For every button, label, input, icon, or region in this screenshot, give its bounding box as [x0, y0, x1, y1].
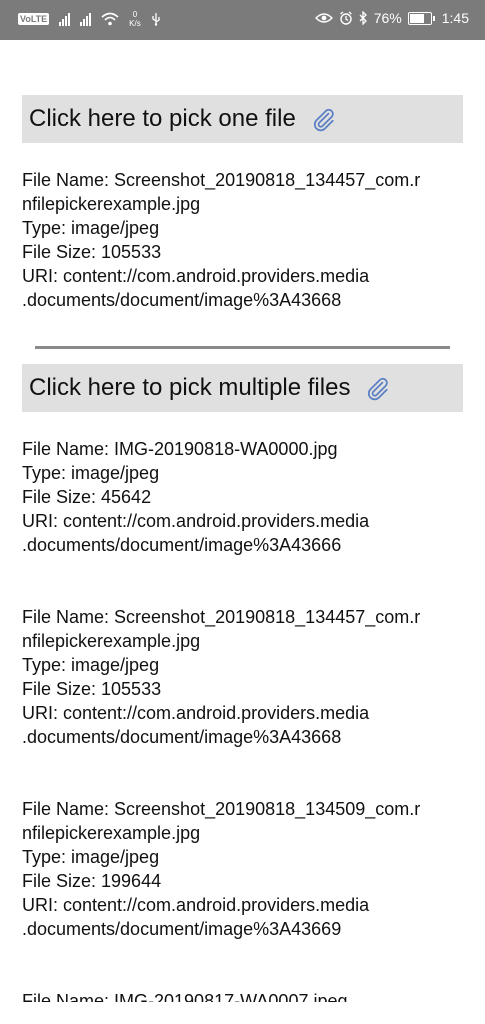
file-type: Type: image/jpeg: [22, 847, 160, 867]
file-uri-line-2: .documents/document/image%3A43668: [22, 727, 342, 747]
list-item: File Name: IMG-20190818-WA0000.jpg Type:…: [22, 437, 472, 557]
status-bar: VoLTE 0 K/s 76% 1:45: [0, 0, 485, 40]
single-file-info: File Name: Screenshot_20190818_134457_co…: [22, 168, 472, 312]
file-uri-line-1: URI: content://com.android.providers.med…: [22, 895, 370, 915]
file-name-line-1: File Name: Screenshot_20190818_134457_co…: [22, 170, 421, 190]
list-item: File Name: Screenshot_20190818_134457_co…: [22, 605, 472, 749]
clock: 1:45: [441, 10, 469, 26]
list-item: File Name: Screenshot_20190818_134509_co…: [22, 797, 472, 941]
file-size: File Size: 199644: [22, 871, 162, 891]
network-speed: 0 K/s: [129, 10, 141, 28]
file-name-line-2: nfilepickerexample.jpg: [22, 194, 201, 214]
file-size: File Size: 105533: [22, 679, 162, 699]
file-size: File Size: 105533: [22, 242, 162, 262]
file-type: Type: image/jpeg: [22, 655, 160, 675]
file-uri-line-2: .documents/document/image%3A43666: [22, 535, 342, 555]
bluetooth-icon: [359, 11, 367, 25]
pick-multiple-files-label: Click here to pick multiple files: [29, 374, 351, 401]
alarm-icon: [339, 11, 352, 25]
file-uri-line-1: URI: content://com.android.providers.med…: [22, 703, 370, 723]
file-name-line-1: File Name: Screenshot_20190818_134509_co…: [22, 799, 421, 819]
file-name-line-1: File Name: IMG-20190817-WA0007.jpeg: [22, 991, 348, 1002]
file-uri-line-1: URI: content://com.android.providers.med…: [22, 511, 370, 531]
list-item: File Name: IMG-20190817-WA0007.jpeg: [22, 989, 472, 1002]
volte-badge: VoLTE: [18, 13, 50, 25]
status-bar-left: VoLTE 0 K/s: [18, 10, 161, 28]
signal-strength-icon-2: [80, 12, 92, 26]
network-speed-unit: K/s: [129, 19, 141, 28]
battery-fill: [409, 13, 424, 23]
section-divider: [35, 346, 450, 349]
file-name-line-1: File Name: IMG-20190818-WA0000.jpg: [22, 439, 338, 459]
multiple-files-list: File Name: IMG-20190818-WA0000.jpg Type:…: [22, 437, 472, 1002]
pick-one-file-button[interactable]: Click here to pick one file: [22, 95, 463, 143]
file-size: File Size: 45642: [22, 487, 152, 507]
battery-percent: 76%: [373, 10, 402, 26]
file-name-line-1: File Name: Screenshot_20190818_134457_co…: [22, 607, 421, 627]
paperclip-icon: [368, 377, 389, 401]
network-speed-value: 0: [132, 10, 138, 19]
usb-icon: [152, 13, 160, 26]
wifi-icon: [101, 12, 119, 26]
pick-one-file-label: Click here to pick one file: [29, 105, 296, 132]
battery-icon: [407, 11, 435, 25]
signal-strength-icon: [59, 12, 71, 26]
file-type: Type: image/jpeg: [22, 463, 160, 483]
file-uri-line-2: .documents/document/image%3A43669: [22, 919, 342, 939]
file-uri-line-1: URI: content://com.android.providers.med…: [22, 266, 370, 286]
pick-multiple-files-button[interactable]: Click here to pick multiple files: [22, 364, 463, 412]
status-bar-right: 76% 1:45: [314, 10, 469, 26]
file-uri-line-2: .documents/document/image%3A43668: [22, 290, 342, 310]
paperclip-icon: [313, 108, 334, 132]
file-type: Type: image/jpeg: [22, 218, 160, 238]
file-name-line-2: nfilepickerexample.jpg: [22, 823, 201, 843]
eye-icon: [314, 13, 333, 23]
file-name-line-2: nfilepickerexample.jpg: [22, 631, 201, 651]
